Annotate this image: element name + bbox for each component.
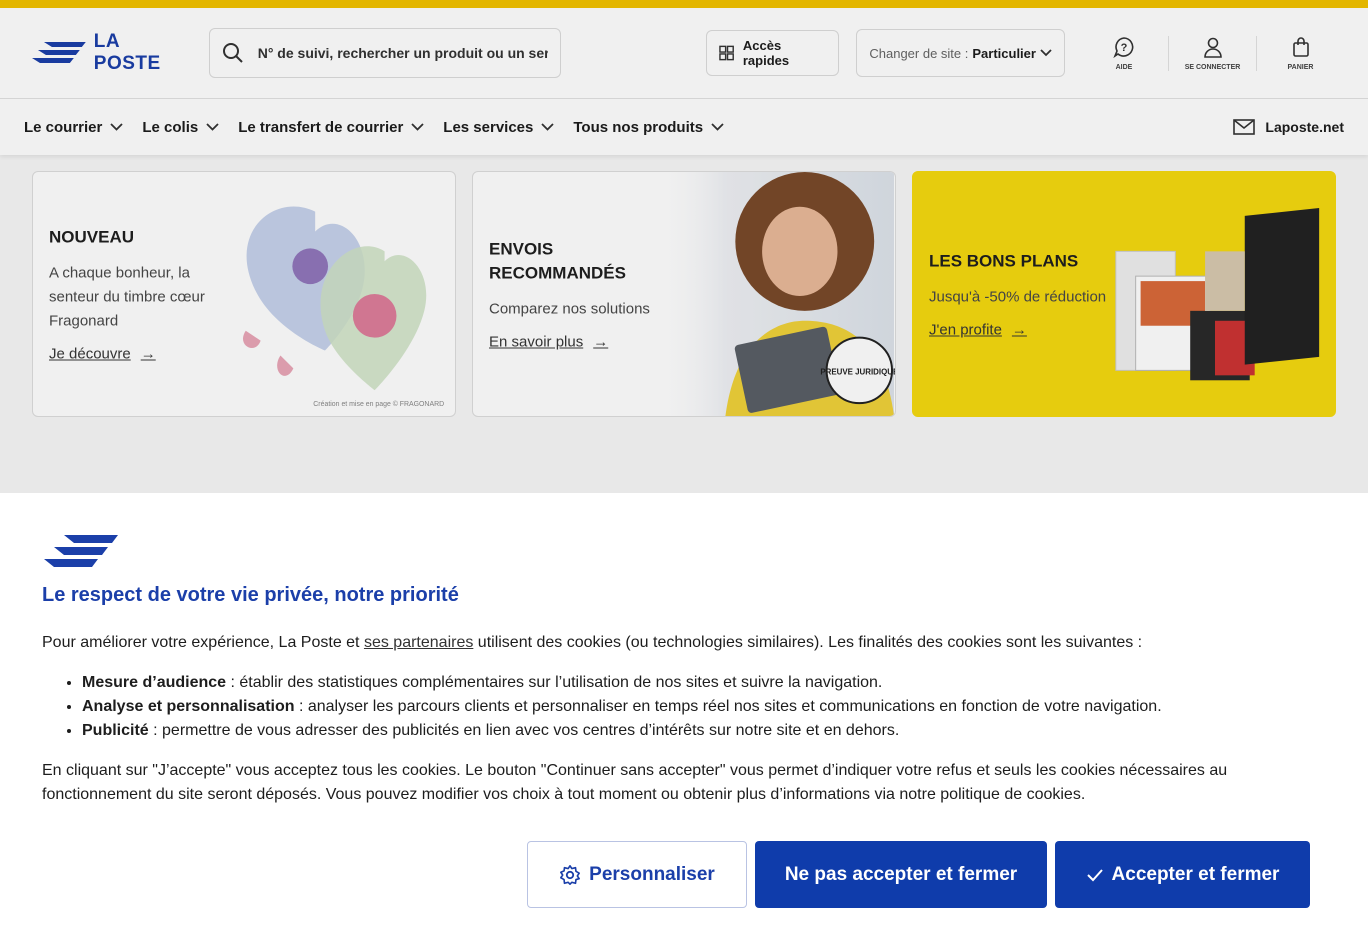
svg-text:?: ? [1121,42,1128,54]
consent-buttons: Personnaliser Ne pas accepter et fermer … [527,841,1310,908]
card-title: ENVOIS RECOMMANDÉS [489,239,626,283]
accept-label: Accepter et fermer [1111,863,1280,885]
card-caption: Création et mise en page © FRAGONARD [313,400,444,408]
nav-item-courrier[interactable]: Le courrier [24,118,124,136]
main-nav: Le courrier Le colis Le transfert de cou… [0,99,1368,155]
card-description: Comparez nos solutions [489,300,650,318]
grid-icon [718,45,734,61]
site-switcher-value: Particulier [972,45,1036,61]
card-description: Jusqu'à -50% de réduction [929,288,1107,306]
login-button[interactable]: SE CONNECTER [1168,35,1256,71]
la-poste-bird-icon [44,535,118,567]
gear-icon [560,864,581,885]
chevron-down-icon [711,123,724,131]
search-box[interactable] [208,28,561,78]
login-label: SE CONNECTER [1184,63,1241,71]
consent-intro-after: utilisent des cookies (ou technologies s… [473,634,1143,651]
nav-item-label: Le courrier [24,118,103,136]
consent-purposes: Mesure d’audience : établir des statisti… [42,671,1326,743]
card-cta-label: En savoir plus [489,333,584,351]
nav-item-produits[interactable]: Tous nos produits [573,119,724,136]
cart-label: PANIER [1287,63,1314,71]
nav-item-label: Les services [443,118,534,136]
user-icon [1203,37,1222,58]
arrow-right-icon: → [1011,321,1027,339]
site-switcher[interactable]: Changer de site : Particulier [856,29,1065,77]
card-cta-link[interactable]: J'en profite → [929,322,1114,339]
header-icons: ? AIDE SE CONNECTER PANIER [1080,35,1344,71]
la-poste-logo[interactable]: LA POSTE [30,31,192,75]
nav-item-transfert[interactable]: Le transfert de courrier [238,119,424,136]
legal-proof-badge: PREUVE JURIDIQUE [820,367,895,376]
arrow-right-icon: → [593,333,609,351]
cookie-consent-banner: Le respect de votre vie privée, notre pr… [0,493,1368,950]
laposte-net-label: Laposte.net [1265,119,1344,135]
nav-item-label: Le transfert de courrier [238,118,404,136]
search-icon[interactable] [222,42,244,64]
purpose-name: Mesure d’audience [82,674,227,691]
list-item: Publicité : permettre de vous adresser d… [82,719,1326,743]
purpose-name: Analyse et personnalisation [82,698,295,715]
customize-button[interactable]: Personnaliser [527,841,747,908]
woman-reading-image: PREUVE JURIDIQUE [655,172,895,416]
card-cta-label: J'en profite [929,321,1002,339]
list-item: Mesure d’audience : établir des statisti… [82,671,1326,695]
quick-access-button[interactable]: Accès rapides [705,30,840,76]
chevron-down-icon [110,123,124,131]
nav-item-colis[interactable]: Le colis [142,119,219,136]
products-image [1115,208,1320,381]
accept-button[interactable]: Accepter et fermer [1055,841,1310,908]
logo-text: LA POSTE [93,31,161,74]
la-poste-bird-icon [31,42,86,63]
chevron-down-icon [411,123,424,131]
nav-item-label: Le colis [142,118,199,136]
mail-icon [1233,119,1256,135]
top-accent-bar [0,0,1368,8]
help-button[interactable]: ? AIDE [1080,36,1168,71]
chevron-down-icon [1040,49,1052,57]
purpose-name: Publicité [82,722,149,739]
consent-footer-text: En cliquant sur "J’accepte" vous accepte… [42,762,1228,803]
check-icon [1086,868,1103,881]
card-cta-link[interactable]: Je découvre → [49,346,234,363]
consent-intro: Pour améliorer votre expérience, La Post… [42,631,1326,655]
card-title: LES BONS PLANS [929,251,1079,271]
fragonard-stamp-image: Création et mise en page © FRAGONARD [242,206,444,408]
decline-button[interactable]: Ne pas accepter et fermer [755,841,1047,908]
card-cta-label: Je découvre [49,345,131,363]
chevron-down-icon [206,123,219,131]
purpose-text: : établir des statistiques complémentair… [226,674,883,691]
chevron-down-icon [541,123,555,131]
help-label: AIDE [1115,63,1133,71]
purpose-text: : permettre de vous adresser des publici… [148,722,900,739]
card-cta-link[interactable]: En savoir plus → [489,334,674,351]
list-item: Analyse et personnalisation : analyser l… [82,695,1326,719]
cart-button[interactable]: PANIER [1256,35,1344,71]
customize-label: Personnaliser [589,863,715,885]
help-icon: ? [1113,36,1134,58]
card-description: A chaque bonheur, la senteur du timbre c… [49,264,205,330]
decline-label: Ne pas accepter et fermer [784,863,1018,885]
consent-intro-before: Pour améliorer votre expérience, La Post… [42,634,364,651]
bag-icon [1292,36,1309,57]
card-title: NOUVEAU [49,227,135,247]
nav-item-services[interactable]: Les services [443,118,555,136]
search-input[interactable] [257,45,548,61]
laposte-net-link[interactable]: Laposte.net [1233,119,1344,135]
site-header: LA POSTE Accès rapides Changer de site :… [0,8,1368,99]
partners-link[interactable]: ses partenaires [364,634,473,651]
promo-card-nouveau[interactable]: NOUVEAU A chaque bonheur, la senteur du … [32,171,456,417]
site-switcher-label: Changer de site : [869,45,969,61]
consent-title: Le respect de votre vie privée, notre pr… [42,584,459,606]
quick-access-label: Accès rapides [742,38,790,68]
promo-cards: NOUVEAU A chaque bonheur, la senteur du … [0,155,1368,433]
nav-item-label: Tous nos produits [573,118,704,136]
purpose-text: : analyser les parcours clients et perso… [294,698,1162,715]
promo-card-recommandes[interactable]: ENVOIS RECOMMANDÉS Comparez nos solution… [472,171,896,417]
arrow-right-icon: → [140,345,156,363]
promo-card-bons-plans[interactable]: LES BONS PLANS Jusqu'à -50% de réduction… [912,171,1336,417]
